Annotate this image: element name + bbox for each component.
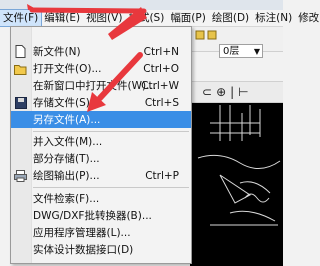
menu-item-file-search[interactable]: 文件检索(F)... (11, 190, 191, 207)
menu-item-open-file[interactable]: 打开文件(O)... Ctrl+O (11, 60, 191, 77)
layer-state-icon[interactable] (195, 30, 205, 40)
chevron-down-icon: ▼ (253, 47, 260, 56)
bracket-icon[interactable]: ⊂ (202, 85, 212, 99)
menu-item-save-as[interactable]: 另存文件(A)... (11, 111, 191, 128)
menu-item-label: 在新窗口中打开文件(W)... (33, 80, 157, 92)
menu-item-label: 新文件(N) (33, 46, 81, 58)
menu-item-shortcut: Ctrl+W (141, 79, 179, 92)
menu-item-partial-save[interactable]: 部分存储(T)... (11, 150, 191, 167)
open-folder-icon (14, 62, 27, 75)
menu-item-label: 实体设计数据接口(D) (33, 244, 134, 256)
menu-item-merge-file[interactable]: 并入文件(M)... (11, 133, 191, 150)
draw-toolbar: ⊂ ⊕ | ⊢ (190, 81, 283, 103)
file-menu-dropdown: 新文件(N) Ctrl+N 打开文件(O)... Ctrl+O 在新窗口中打开文… (10, 26, 192, 264)
menu-dimension[interactable]: 标注(N) (252, 10, 295, 26)
new-file-icon (14, 45, 27, 58)
layer-select-value: 0层 (223, 46, 240, 57)
menu-file[interactable]: 文件(F) (0, 9, 43, 27)
dimension-icon[interactable]: ⊢ (238, 85, 248, 99)
menu-item-shortcut: Ctrl+N (143, 45, 179, 58)
menu-item-label: 绘图输出(P)... (33, 170, 100, 182)
target-icon[interactable]: ⊕ (216, 85, 226, 99)
menu-item-save[interactable]: 存储文件(S) Ctrl+S (11, 94, 191, 111)
menu-draw[interactable]: 绘图(D) (209, 10, 252, 26)
save-icon (14, 96, 27, 109)
menu-item-plot-output[interactable]: 绘图输出(P)... Ctrl+P (11, 167, 191, 184)
menu-modify[interactable]: 修改 (295, 10, 320, 26)
menu-item-open-new-window[interactable]: 在新窗口中打开文件(W)... Ctrl+W (11, 77, 191, 94)
menu-item-shortcut: Ctrl+P (145, 169, 179, 182)
menu-item-label: 部分存储(T)... (33, 153, 100, 165)
menu-separator (33, 131, 189, 132)
menu-item-new-file[interactable]: 新文件(N) Ctrl+N (11, 43, 191, 60)
canvas-drawing (197, 105, 281, 226)
menu-separator (33, 187, 189, 188)
menu-format[interactable]: 格式(S) (125, 10, 167, 26)
separator-icon: | (230, 85, 235, 99)
layer-color-icon[interactable] (207, 30, 217, 40)
menu-item-dwg-converter[interactable]: DWG/DXF批转换器(B)... (11, 207, 191, 224)
menu-page[interactable]: 幅面(P) (167, 10, 209, 26)
menu-item-label: 并入文件(M)... (33, 136, 103, 148)
print-icon (14, 169, 27, 182)
menu-item-app-manager[interactable]: 应用程序管理器(L)... (11, 224, 191, 241)
menu-item-label: 另存文件(A)... (33, 114, 101, 126)
menu-item-label: DWG/DXF批转换器(B)... (33, 210, 152, 222)
menu-view[interactable]: 视图(V) (83, 10, 125, 26)
layer-select[interactable]: 0层 ▼ (219, 44, 263, 58)
title-bar (0, 0, 283, 10)
menu-item-shortcut: Ctrl+S (144, 96, 179, 109)
drawing-canvas[interactable] (190, 103, 283, 266)
menu-item-label: 打开文件(O)... (33, 63, 102, 75)
menu-item-shortcut: Ctrl+O (143, 62, 179, 75)
menu-item-label: 应用程序管理器(L)... (33, 227, 131, 239)
menu-edit[interactable]: 编辑(E) (41, 10, 83, 26)
menu-item-solid-design-interface[interactable]: 实体设计数据接口(D) (11, 241, 191, 258)
menu-bar: 文件(F) 编辑(E) 视图(V) 格式(S) 幅面(P) 绘图(D) 标注(N… (0, 9, 319, 27)
menu-item-label: 文件检索(F)... (33, 193, 100, 205)
menu-item-label: 存储文件(S) (33, 97, 90, 109)
